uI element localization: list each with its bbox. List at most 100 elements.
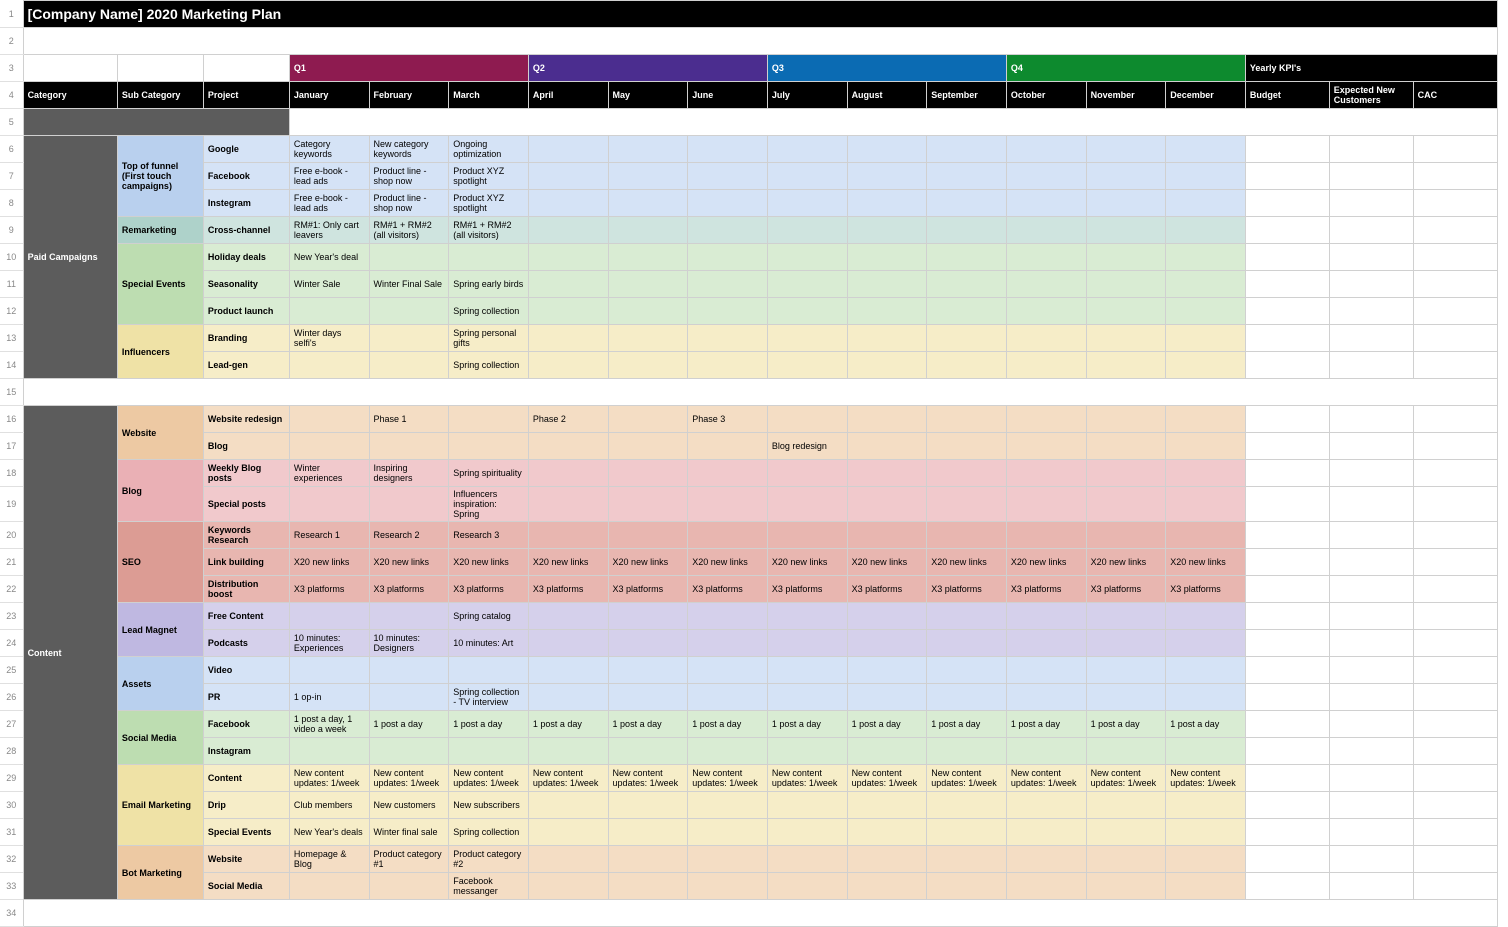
kpi-budget-cell[interactable] bbox=[1245, 765, 1329, 792]
kpi-cac-cell[interactable] bbox=[1413, 217, 1497, 244]
kpi-customers-cell[interactable] bbox=[1329, 352, 1413, 379]
month-cell[interactable] bbox=[1086, 217, 1166, 244]
month-cell[interactable]: X3 platforms bbox=[1166, 576, 1246, 603]
month-cell[interactable] bbox=[1086, 406, 1166, 433]
month-cell[interactable] bbox=[608, 487, 688, 522]
month-cell[interactable] bbox=[449, 433, 529, 460]
month-cell[interactable] bbox=[289, 657, 369, 684]
month-cell[interactable]: New content updates: 1/week bbox=[608, 765, 688, 792]
month-cell[interactable] bbox=[1166, 190, 1246, 217]
month-cell[interactable]: 1 post a day, 1 video a week bbox=[289, 711, 369, 738]
month-cell[interactable] bbox=[608, 792, 688, 819]
month-cell[interactable] bbox=[927, 433, 1007, 460]
table-row[interactable]: 28Instagram bbox=[0, 738, 1498, 765]
month-cell[interactable] bbox=[767, 136, 847, 163]
month-cell[interactable] bbox=[528, 603, 608, 630]
kpi-cac-cell[interactable] bbox=[1413, 163, 1497, 190]
month-cell[interactable] bbox=[927, 460, 1007, 487]
table-row[interactable]: 20SEOKeywords ResearchResearch 1Research… bbox=[0, 522, 1498, 549]
month-cell[interactable]: X3 platforms bbox=[767, 576, 847, 603]
table-row[interactable]: 31Special EventsNew Year's dealsWinter f… bbox=[0, 819, 1498, 846]
month-cell[interactable]: X20 new links bbox=[369, 549, 449, 576]
month-cell[interactable] bbox=[767, 738, 847, 765]
kpi-cac-cell[interactable] bbox=[1413, 630, 1497, 657]
month-cell[interactable] bbox=[1006, 271, 1086, 298]
month-cell[interactable] bbox=[1006, 190, 1086, 217]
month-cell[interactable] bbox=[1086, 873, 1166, 900]
month-cell[interactable]: Spring early birds bbox=[449, 271, 529, 298]
month-cell[interactable] bbox=[767, 792, 847, 819]
table-row[interactable]: 23Lead MagnetFree ContentSpring catalog bbox=[0, 603, 1498, 630]
month-cell[interactable] bbox=[1086, 487, 1166, 522]
month-cell[interactable] bbox=[1086, 136, 1166, 163]
month-cell[interactable]: 10 minutes: Art bbox=[449, 630, 529, 657]
kpi-budget-cell[interactable] bbox=[1245, 325, 1329, 352]
month-cell[interactable] bbox=[369, 873, 449, 900]
month-cell[interactable] bbox=[449, 244, 529, 271]
month-cell[interactable] bbox=[688, 433, 768, 460]
table-row[interactable]: 16ContentWebsiteWebsite redesignPhase 1P… bbox=[0, 406, 1498, 433]
month-cell[interactable] bbox=[289, 298, 369, 325]
month-cell[interactable] bbox=[1166, 325, 1246, 352]
month-cell[interactable] bbox=[1166, 522, 1246, 549]
month-cell[interactable]: Spring catalog bbox=[449, 603, 529, 630]
month-cell[interactable] bbox=[289, 487, 369, 522]
month-cell[interactable] bbox=[1086, 190, 1166, 217]
kpi-customers-cell[interactable] bbox=[1329, 136, 1413, 163]
month-cell[interactable] bbox=[369, 325, 449, 352]
month-cell[interactable]: 10 minutes: Designers bbox=[369, 630, 449, 657]
month-cell[interactable] bbox=[847, 846, 927, 873]
kpi-budget-cell[interactable] bbox=[1245, 630, 1329, 657]
month-cell[interactable]: Influencers inspiration: Spring bbox=[449, 487, 529, 522]
month-cell[interactable] bbox=[767, 873, 847, 900]
month-cell[interactable] bbox=[1166, 217, 1246, 244]
kpi-cac-cell[interactable] bbox=[1413, 819, 1497, 846]
month-cell[interactable] bbox=[449, 406, 529, 433]
month-cell[interactable] bbox=[528, 819, 608, 846]
month-cell[interactable] bbox=[528, 460, 608, 487]
month-cell[interactable] bbox=[528, 352, 608, 379]
kpi-customers-cell[interactable] bbox=[1329, 630, 1413, 657]
month-cell[interactable] bbox=[1166, 460, 1246, 487]
month-cell[interactable] bbox=[847, 873, 927, 900]
month-cell[interactable] bbox=[767, 603, 847, 630]
month-cell[interactable]: X3 platforms bbox=[1086, 576, 1166, 603]
month-cell[interactable] bbox=[1086, 738, 1166, 765]
month-cell[interactable] bbox=[528, 522, 608, 549]
table-row[interactable]: 18BlogWeekly Blog postsWinter experience… bbox=[0, 460, 1498, 487]
month-cell[interactable]: New Year's deals bbox=[289, 819, 369, 846]
month-cell[interactable]: X20 new links bbox=[1166, 549, 1246, 576]
month-cell[interactable] bbox=[1086, 163, 1166, 190]
month-cell[interactable]: Spring personal gifts bbox=[449, 325, 529, 352]
kpi-budget-cell[interactable] bbox=[1245, 711, 1329, 738]
month-cell[interactable] bbox=[927, 522, 1007, 549]
kpi-budget-cell[interactable] bbox=[1245, 298, 1329, 325]
month-cell[interactable] bbox=[927, 406, 1007, 433]
month-cell[interactable]: X20 new links bbox=[688, 549, 768, 576]
month-cell[interactable] bbox=[1006, 433, 1086, 460]
kpi-cac-cell[interactable] bbox=[1413, 603, 1497, 630]
month-cell[interactable] bbox=[767, 819, 847, 846]
table-row[interactable]: 33Social MediaFacebook messanger bbox=[0, 873, 1498, 900]
month-cell[interactable] bbox=[369, 603, 449, 630]
month-cell[interactable]: New content updates: 1/week bbox=[1086, 765, 1166, 792]
kpi-customers-cell[interactable] bbox=[1329, 603, 1413, 630]
month-cell[interactable]: New content updates: 1/week bbox=[927, 765, 1007, 792]
month-cell[interactable] bbox=[1006, 738, 1086, 765]
month-cell[interactable] bbox=[369, 298, 449, 325]
month-cell[interactable]: Spring collection - TV interview bbox=[449, 684, 529, 711]
month-cell[interactable]: Product category #1 bbox=[369, 846, 449, 873]
month-cell[interactable]: Winter Sale bbox=[289, 271, 369, 298]
month-cell[interactable] bbox=[289, 603, 369, 630]
month-cell[interactable] bbox=[688, 190, 768, 217]
month-cell[interactable] bbox=[289, 406, 369, 433]
month-cell[interactable]: Free e-book - lead ads bbox=[289, 163, 369, 190]
month-cell[interactable]: X3 platforms bbox=[608, 576, 688, 603]
month-cell[interactable] bbox=[369, 244, 449, 271]
month-cell[interactable]: Phase 2 bbox=[528, 406, 608, 433]
month-cell[interactable]: New content updates: 1/week bbox=[369, 765, 449, 792]
month-cell[interactable] bbox=[1166, 657, 1246, 684]
month-cell[interactable] bbox=[688, 873, 768, 900]
month-cell[interactable]: 1 post a day bbox=[1086, 711, 1166, 738]
table-row[interactable]: 12Product launchSpring collection bbox=[0, 298, 1498, 325]
